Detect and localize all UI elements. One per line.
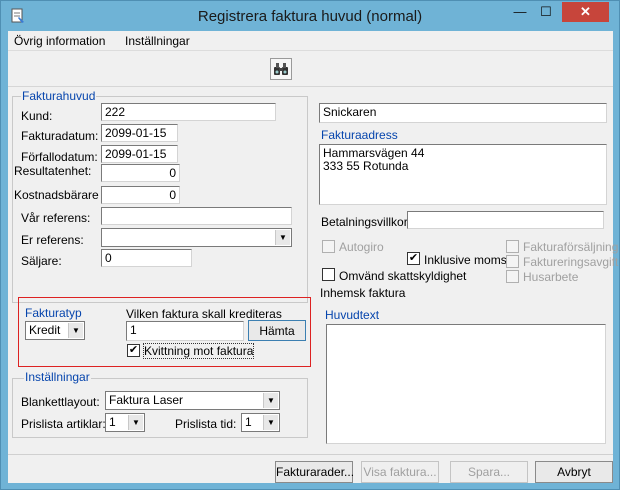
kund-label: Kund:	[21, 109, 53, 123]
betalningsvillkor-input[interactable]	[407, 211, 604, 229]
faktureringsavgift-label: Faktureringsavgift	[523, 255, 619, 269]
huvudtext-textarea[interactable]	[326, 324, 606, 444]
client-area: Övrig information Inställningar Fakturah…	[8, 31, 618, 483]
spara-button[interactable]: Spara...	[450, 461, 528, 483]
chevron-down-icon[interactable]: ▼	[275, 230, 290, 245]
find-button[interactable]	[270, 58, 292, 80]
omvand-label: Omvänd skattskyldighet	[339, 269, 467, 283]
fakturatyp-value: Kredit	[29, 323, 61, 337]
inklusive-moms-checkbox[interactable]: ✔	[407, 252, 420, 265]
resultatenhet-input[interactable]: 0	[101, 164, 180, 182]
hamta-button[interactable]: Hämta	[248, 320, 306, 341]
menu-bar: Övrig information Inställningar	[8, 31, 613, 51]
minimize-button[interactable]: —	[507, 2, 533, 22]
prislista-artiklar-select[interactable]: 1 ▼	[105, 413, 145, 432]
prislista-tid-label: Prislista tid:	[175, 417, 237, 431]
prislista-artiklar-label: Prislista artiklar:	[21, 417, 106, 431]
installningar-legend: Inställningar	[24, 370, 91, 384]
prislista-tid-select[interactable]: 1 ▼	[241, 413, 280, 432]
er-referens-select[interactable]: ▼	[101, 228, 292, 247]
kvittning-checkbox[interactable]: ✔	[127, 344, 140, 357]
toolbar-separator	[8, 86, 613, 87]
saljare-input[interactable]: 0	[101, 249, 192, 267]
omvand-checkbox[interactable]	[322, 268, 335, 281]
forfallodatum-input[interactable]: 2099-01-15	[101, 145, 178, 163]
title-bar[interactable]: Registrera faktura huvud (normal) — ☐ ✕	[1, 1, 619, 31]
betalningsvillkor-label: Betalningsvillkor:	[321, 215, 412, 229]
blankettlayout-value: Faktura Laser	[109, 393, 184, 407]
menu-installningar[interactable]: Inställningar	[125, 34, 190, 48]
fakturahuvud-legend: Fakturahuvud	[21, 89, 97, 103]
address-line-2: 333 55 Rotunda	[323, 159, 409, 173]
fakturatyp-select[interactable]: Kredit ▼	[25, 321, 85, 340]
kreditera-input[interactable]: 1	[126, 321, 244, 341]
prislista-artiklar-value: 1	[109, 415, 116, 429]
husarbete-label: Husarbete	[523, 270, 579, 284]
huvudtext-legend: Huvudtext	[325, 308, 380, 322]
inhemsk-faktura-label: Inhemsk faktura	[320, 286, 406, 300]
visa-faktura-button[interactable]: Visa faktura...	[361, 461, 439, 483]
fakturaforsaljning-label: Fakturaförsäljning	[523, 240, 619, 254]
fakturaadress-textarea[interactable]: Hammarsvägen 44 333 55 Rotunda	[319, 144, 607, 205]
fakturaadress-label: Fakturaadress	[321, 128, 398, 142]
chevron-down-icon[interactable]: ▼	[263, 415, 278, 430]
forfallodatum-label: Förfallodatum:	[21, 150, 98, 164]
var-referens-input[interactable]	[101, 207, 292, 225]
maximize-button[interactable]: ☐	[533, 2, 559, 22]
var-referens-label: Vår referens:	[21, 211, 91, 225]
autogiro-label: Autogiro	[339, 240, 384, 254]
resultatenhet-label: Resultatenhet:	[14, 164, 92, 178]
saljare-label: Säljare:	[21, 254, 62, 268]
chevron-down-icon[interactable]: ▼	[263, 393, 278, 408]
avbryt-button[interactable]: Avbryt	[535, 461, 613, 483]
husarbete-checkbox[interactable]	[506, 270, 519, 283]
kreditera-label: Vilken faktura skall krediteras	[126, 307, 282, 321]
kostnadsbarare-label: Kostnadsbärare	[14, 188, 99, 202]
application-window: Registrera faktura huvud (normal) — ☐ ✕ …	[0, 0, 620, 490]
fakturatyp-legend: Fakturatyp	[25, 306, 82, 320]
prislista-tid-value: 1	[245, 415, 252, 429]
blankettlayout-select[interactable]: Faktura Laser ▼	[105, 391, 280, 410]
menu-ovrig-information[interactable]: Övrig information	[14, 34, 105, 48]
kund-input[interactable]: 222	[101, 103, 276, 121]
fakturadatum-label: Fakturadatum:	[21, 129, 99, 143]
fakturarader-button[interactable]: Fakturarader...	[275, 461, 354, 483]
kvittning-label: Kvittning mot faktura	[142, 343, 255, 359]
close-button[interactable]: ✕	[562, 2, 609, 22]
customer-name-input[interactable]: Snickaren	[319, 103, 607, 123]
binoculars-icon	[274, 63, 288, 75]
er-referens-label: Er referens:	[21, 233, 84, 247]
inklusive-moms-label: Inklusive moms	[424, 253, 507, 267]
chevron-down-icon[interactable]: ▼	[128, 415, 143, 430]
faktureringsavgift-checkbox[interactable]	[506, 255, 519, 268]
kostnadsbarare-input[interactable]: 0	[101, 186, 180, 204]
fakturadatum-input[interactable]: 2099-01-15	[101, 124, 178, 142]
blankettlayout-label: Blankettlayout:	[21, 395, 100, 409]
bottom-separator	[8, 454, 613, 455]
fakturaforsaljning-checkbox[interactable]	[506, 240, 519, 253]
autogiro-checkbox[interactable]	[322, 240, 335, 253]
chevron-down-icon[interactable]: ▼	[68, 323, 83, 338]
